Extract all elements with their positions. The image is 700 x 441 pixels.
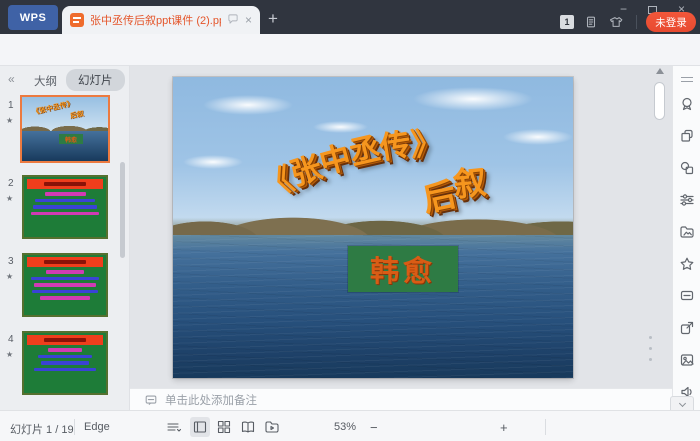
properties-sliders-icon[interactable] [679, 192, 695, 208]
wps-logo[interactable]: WPS [8, 5, 58, 30]
scrollbar-dot [649, 358, 652, 361]
panel-collapse-button[interactable]: « [8, 72, 15, 86]
share-icon[interactable] [679, 320, 695, 336]
titlebar: WPS 张中丞传后叙ppt课件 (2).ppt × + − × 1 未登录 [0, 0, 700, 34]
thumb-4-number: 4 [8, 334, 14, 345]
collapse-bar-button[interactable] [670, 396, 694, 410]
view-normal-button[interactable] [190, 417, 210, 437]
thumb-text-line [47, 348, 83, 352]
slide-1-canvas[interactable]: 《张中丞传》 后叙 韩愈 [173, 77, 573, 378]
ribbon: 文件 开始 插入 设计 切换 动画 幻灯片放映 审阅 查找命令、搜索模板 ? [0, 34, 700, 101]
thumb-text-line [46, 270, 84, 274]
tab-outline[interactable]: 大纲 [34, 73, 57, 89]
thumb-3-number: 3 [8, 256, 14, 267]
slide-thumbnail-3[interactable] [22, 253, 108, 317]
thumb-3-animation-star-icon: ★ [6, 272, 14, 281]
thumb-1-animation-star-icon: ★ [6, 116, 14, 125]
thumb-text-line [33, 367, 97, 371]
slide-thumbnail-2[interactable] [22, 175, 108, 239]
author-textbox[interactable]: 韩愈 [348, 246, 458, 292]
thumb-header-bar [27, 257, 103, 267]
thumb-text-line [33, 205, 97, 209]
statusbar: 幻灯片 1 / 19 Edge 53% − + 完整显示，精彩继续… Downy… [0, 410, 700, 441]
layout-icon[interactable] [679, 128, 695, 144]
thumb-text-line [40, 296, 90, 300]
zoom-out-button[interactable]: − [370, 420, 378, 435]
zoom-in-button[interactable]: + [500, 420, 508, 435]
minimize-button[interactable]: − [620, 2, 627, 16]
thumb-text-line [30, 276, 100, 280]
slide-thumbnail-4[interactable] [22, 331, 108, 395]
thumb-2-number: 2 [8, 178, 14, 189]
comment-bubble-icon[interactable] [227, 13, 239, 28]
star-favorites-icon[interactable] [679, 256, 695, 272]
panel-scrollbar[interactable] [120, 162, 125, 258]
thumb-author-box: 韩愈 [59, 134, 83, 144]
thumb-text-line [33, 283, 97, 287]
scroll-up-arrow[interactable] [656, 68, 664, 74]
thumb-1-number: 1 [8, 100, 14, 111]
notes-placeholder: 单击此处添加备注 [165, 394, 257, 407]
thumb-text-line [31, 211, 99, 215]
status-divider [545, 419, 546, 435]
thumb-text-line [37, 354, 93, 358]
thumb-text-line [41, 361, 89, 365]
skin-icon[interactable] [609, 15, 624, 34]
thumb-text-line [32, 289, 98, 293]
canvas-scrollbar-thumb[interactable] [654, 82, 665, 120]
notes-toggle-button[interactable] [166, 419, 182, 440]
view-sorter-button[interactable] [216, 419, 232, 440]
smart-beautify-icon[interactable] [679, 96, 695, 112]
thumb-text-line [35, 198, 95, 202]
thumb-author: 韩愈 [64, 137, 77, 144]
document-tab[interactable]: 张中丞传后叙ppt课件 (2).ppt × [62, 6, 260, 34]
ppt-file-icon [70, 13, 84, 27]
titlebar-divider [636, 15, 637, 29]
thumb-text-line [44, 192, 86, 196]
thumb-header-bar [27, 335, 103, 345]
slide-hills-photo [173, 189, 573, 241]
view-reading-button[interactable] [240, 419, 256, 440]
image-panel-icon[interactable] [679, 352, 695, 368]
slides-panel: « 大纲 幻灯片 1 ★ 《张中丞传》 后叙 韩愈 2 ★ 3 ★ 4 ★ [0, 66, 130, 410]
notes-bar[interactable]: 单击此处添加备注 [130, 388, 672, 410]
document-tab-title: 张中丞传后叙ppt课件 (2).ppt [90, 15, 221, 27]
thumb-2-animation-star-icon: ★ [6, 194, 14, 203]
slide-counter: 幻灯片 1 / 19 [10, 424, 74, 436]
right-toolbar [672, 66, 700, 431]
doc-list-icon[interactable] [584, 15, 598, 34]
author-name: 韩愈 [369, 254, 436, 288]
status-divider [74, 419, 75, 435]
doc-count-badge[interactable]: 1 [560, 15, 574, 29]
new-tab-button[interactable]: + [268, 10, 278, 27]
scrollbar-dot [649, 336, 652, 339]
scrollbar-dot [649, 347, 652, 350]
toolbar-handle-icon[interactable] [681, 74, 693, 85]
tab-close-icon[interactable]: × [245, 13, 252, 27]
tab-slides[interactable]: 幻灯片 [66, 69, 125, 91]
comment-panel-icon[interactable] [679, 288, 695, 304]
thumb-4-animation-star-icon: ★ [6, 350, 14, 359]
notes-bubble-icon [145, 395, 157, 405]
slideshow-setup-button[interactable] [264, 419, 280, 440]
login-button[interactable]: 未登录 [646, 12, 696, 32]
mode-label: Edge [84, 421, 110, 433]
thumb-header-bar [27, 179, 103, 189]
resource-folder-icon[interactable] [679, 224, 695, 240]
slide-thumbnail-1[interactable]: 《张中丞传》 后叙 韩愈 [22, 97, 108, 161]
zoom-level[interactable]: 53% [334, 421, 356, 433]
wps-window: WPS 张中丞传后叙ppt课件 (2).ppt × + − × 1 未登录 文件 [0, 0, 700, 441]
shapes-icon[interactable] [679, 160, 695, 176]
